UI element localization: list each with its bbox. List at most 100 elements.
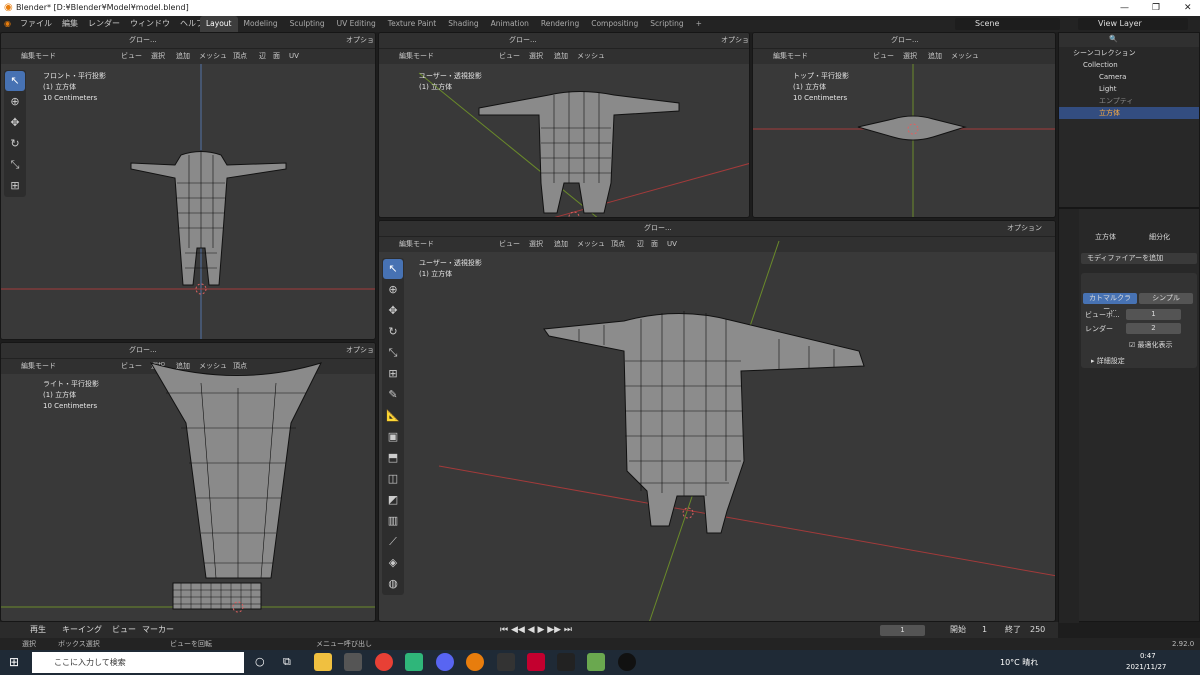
object-label: 立方体 (1095, 233, 1116, 241)
angular-icon[interactable] (527, 653, 545, 671)
measure-tool-icon[interactable]: 📐 (383, 406, 403, 426)
poly-build-tool-icon[interactable]: ◈ (383, 553, 403, 573)
spin-tool-icon[interactable]: ◍ (383, 574, 403, 594)
minimize-icon[interactable]: — (1120, 0, 1129, 16)
scene-selector[interactable]: Scene (955, 18, 1060, 30)
playback-controls[interactable]: ⏮ ◀◀ ◀ ▶ ▶▶ ⏭ (500, 622, 572, 638)
select-box-tool-icon[interactable]: ↖ (5, 71, 25, 91)
app-icon[interactable] (405, 653, 423, 671)
scene-collection[interactable]: シーンコレクション (1059, 47, 1199, 59)
top-mesh (753, 64, 1055, 217)
move-tool-icon[interactable]: ✥ (5, 113, 25, 133)
inset-tool-icon[interactable]: ◫ (383, 469, 403, 489)
knife-tool-icon[interactable]: ⟋ (383, 532, 403, 552)
cursor-tool-icon[interactable]: ⊕ (383, 280, 403, 300)
tab-uv-editing[interactable]: UV Editing (331, 16, 382, 32)
taskbar-search[interactable]: ここに入力して検索 (32, 652, 244, 673)
move-tool-icon[interactable]: ✥ (383, 301, 403, 321)
extrude-tool-icon[interactable]: ⬒ (383, 448, 403, 468)
viewport-user-top[interactable]: グロー...オプション 編集モードビュー選択追加メッシュ ユーザー・透視投影(1… (378, 32, 750, 218)
tab-scripting[interactable]: Scripting (644, 16, 689, 32)
add-modifier-button[interactable]: モディファイアーを追加 (1081, 253, 1197, 264)
menu-timeline-view[interactable]: ビュー (112, 622, 136, 638)
windows-start-icon[interactable]: ⊞ (9, 655, 19, 669)
viewport-main[interactable]: グロー... オプション 編集モード ビュー 選択 追加 メッシュ 頂点辺面 UV ユーザー・… (378, 220, 1056, 622)
task-view-icon[interactable]: ⧉ (283, 655, 291, 669)
outliner-search[interactable]: 🔍 (1059, 33, 1199, 47)
viewport-front[interactable]: グロー...オプション 編集モードビュー選択追加メッシュ頂点辺面UV フロント・… (0, 32, 376, 340)
tab-sculpting[interactable]: Sculpting (284, 16, 331, 32)
transform-tool-icon[interactable]: ⊞ (383, 364, 403, 384)
viewport-top[interactable]: グロー... 編集モード ビュー 選択 追加 メッシュ トップ・平行投影 (1) 立方体 1… (752, 32, 1056, 218)
loop-cut-tool-icon[interactable]: ▥ (383, 511, 403, 531)
view-layer-selector[interactable]: View Layer (1078, 18, 1188, 30)
advanced-section[interactable]: ▸ 詳細設定 (1091, 355, 1125, 367)
menu-marker[interactable]: マーカー (142, 622, 174, 638)
tab-layout[interactable]: Layout (200, 16, 238, 32)
scale-tool-icon[interactable]: ⤡ (5, 155, 25, 175)
scene-collection-label: シーンコレクション (1073, 49, 1136, 57)
optimal-display-label: 最適化表示 (1137, 341, 1173, 349)
scale-tool-icon[interactable]: ⤡ (383, 343, 403, 363)
outliner-item-label: 立方体 (1099, 109, 1120, 117)
app-icon[interactable] (557, 653, 575, 671)
rotate-tool-icon[interactable]: ↻ (5, 134, 25, 154)
viewport-info: ユーザー・透視投影 (1) 立方体 (419, 71, 482, 93)
start-frame-field[interactable]: 1 (982, 622, 987, 638)
add-workspace-button[interactable]: + (690, 16, 708, 32)
outliner-item-light[interactable]: Light (1059, 83, 1199, 95)
cursor-tool-icon[interactable]: ⊕ (5, 92, 25, 112)
rotate-tool-icon[interactable]: ↻ (383, 322, 403, 342)
menu-edit[interactable]: 編集 (57, 16, 83, 32)
clock-date[interactable]: 2021/11/27 (1126, 663, 1166, 671)
simple-button[interactable]: シンプル (1139, 293, 1193, 304)
current-frame-field[interactable]: 1 (880, 625, 925, 636)
tab-rendering[interactable]: Rendering (535, 16, 585, 32)
tab-compositing[interactable]: Compositing (585, 16, 644, 32)
weather-label[interactable]: 10°C 晴れ (1000, 657, 1038, 668)
close-icon[interactable]: ✕ (1184, 0, 1192, 16)
menu-window[interactable]: ウィンドウ (125, 16, 175, 32)
add-cube-tool-icon[interactable]: ▣ (383, 427, 403, 447)
cortana-icon[interactable]: ○ (255, 655, 265, 668)
menu-playback[interactable]: 再生 (30, 622, 46, 638)
outliner-item-label: Camera (1099, 73, 1127, 81)
clock-time[interactable]: 0:47 (1140, 652, 1156, 660)
bevel-tool-icon[interactable]: ◩ (383, 490, 403, 510)
blender-taskbar-icon[interactable] (466, 653, 484, 671)
menu-file[interactable]: ファイル (15, 16, 57, 32)
render-levels-field[interactable]: 2 (1126, 323, 1181, 334)
blender-menu-icon[interactable]: ◉ (0, 16, 15, 32)
tab-shading[interactable]: Shading (442, 16, 484, 32)
catmull-clark-button[interactable]: カトマルクラー... (1083, 293, 1137, 313)
transform-tool-icon[interactable]: ⊞ (5, 176, 25, 196)
annotate-tool-icon[interactable]: ✎ (383, 385, 403, 405)
app-icon[interactable] (618, 653, 636, 671)
outliner-item-empty[interactable]: エンプティ (1059, 95, 1199, 107)
viewport-right[interactable]: グロー...オプション 編集モードビュー選択追加メッシュ頂点 ライト・平行投影(… (0, 342, 376, 622)
end-frame-field[interactable]: 250 (1030, 622, 1045, 638)
menu-render[interactable]: レンダー (83, 16, 125, 32)
version-label: 2.92.0 (1172, 640, 1195, 648)
outliner-item-camera[interactable]: Camera (1059, 71, 1199, 83)
tab-modeling[interactable]: Modeling (238, 16, 284, 32)
minecraft-icon[interactable] (587, 653, 605, 671)
maximize-icon[interactable]: ❐ (1152, 0, 1160, 16)
select-box-tool-icon[interactable]: ↖ (383, 259, 403, 279)
viewport-levels-field[interactable]: 1 (1126, 309, 1181, 320)
discord-icon[interactable] (436, 653, 454, 671)
tab-animation[interactable]: Animation (485, 16, 535, 32)
blender-logo-icon: ◉ (4, 2, 13, 13)
object-name: (1) 立方体 (793, 83, 827, 91)
outliner-item-collection[interactable]: Collection (1059, 59, 1199, 71)
tab-texture-paint[interactable]: Texture Paint (382, 16, 442, 32)
app-icon[interactable] (497, 653, 515, 671)
optimal-display-checkbox[interactable]: ☑ 最適化表示 (1129, 339, 1173, 351)
chrome-icon[interactable] (375, 653, 393, 671)
settings-icon[interactable] (344, 653, 362, 671)
properties-modifier: 細分化 (1149, 231, 1170, 243)
grid-scale: 10 Centimeters (793, 94, 848, 102)
menu-keying[interactable]: キーイング (62, 622, 102, 638)
outliner-item-cube[interactable]: 立方体 (1059, 107, 1199, 119)
file-explorer-icon[interactable] (314, 653, 332, 671)
